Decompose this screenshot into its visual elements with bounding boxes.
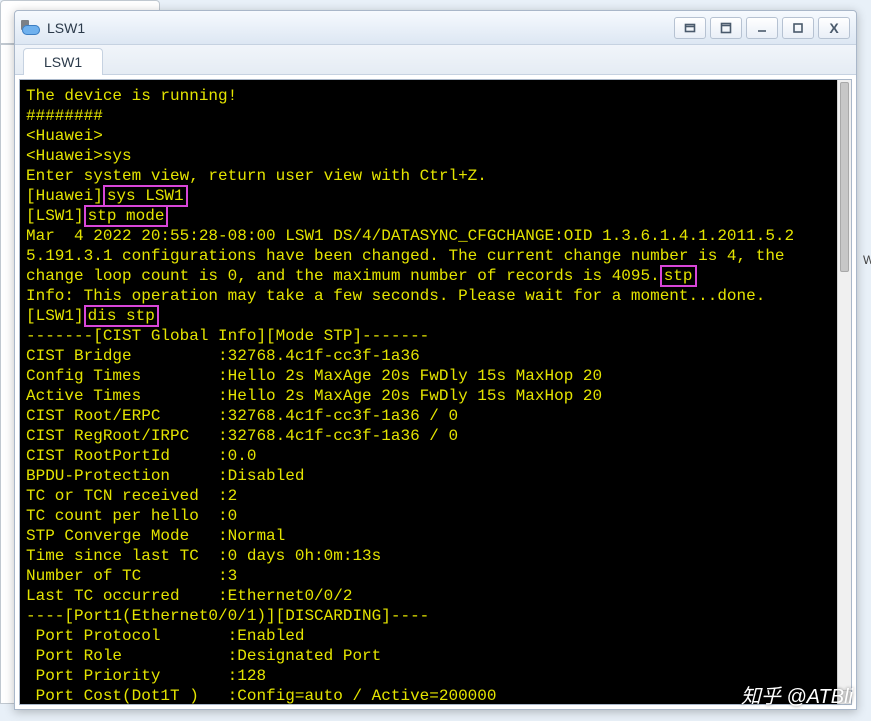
minimize-icon xyxy=(756,22,768,34)
maximize-button[interactable] xyxy=(782,17,814,39)
close-button[interactable]: X xyxy=(818,17,850,39)
scrollbar-corner xyxy=(837,690,851,704)
window-option1-button[interactable] xyxy=(674,17,706,39)
option-icon xyxy=(720,22,732,34)
vertical-scrollbar[interactable] xyxy=(837,80,851,690)
window-option2-button[interactable] xyxy=(710,17,742,39)
terminal-output: The device is running! ######## <Huawei>… xyxy=(20,80,837,704)
window-title: LSW1 xyxy=(47,20,85,36)
highlight-sys: sys LSW1 xyxy=(103,185,188,207)
close-icon: X xyxy=(829,20,838,36)
tab-lsw1[interactable]: LSW1 xyxy=(23,48,103,75)
terminal-window: LSW1 X LSW1 The device is running! #####… xyxy=(14,10,857,710)
highlight-dis-stp: dis stp xyxy=(84,305,159,327)
bg-label-text: W2 xyxy=(863,253,871,267)
scrollbar-thumb[interactable] xyxy=(840,82,849,272)
minimize-button[interactable] xyxy=(746,17,778,39)
maximize-icon xyxy=(792,22,804,34)
highlight-stp-mode: stp mode xyxy=(84,205,169,227)
titlebar[interactable]: LSW1 X xyxy=(15,11,856,45)
window-controls: X xyxy=(674,17,850,39)
option-icon xyxy=(684,22,696,34)
bg-label-fragment: W2 xyxy=(855,240,871,280)
highlight-stp: stp xyxy=(660,265,697,287)
app-icon xyxy=(21,18,41,38)
terminal-area[interactable]: The device is running! ######## <Huawei>… xyxy=(19,79,852,705)
tab-bar: LSW1 xyxy=(15,45,856,75)
